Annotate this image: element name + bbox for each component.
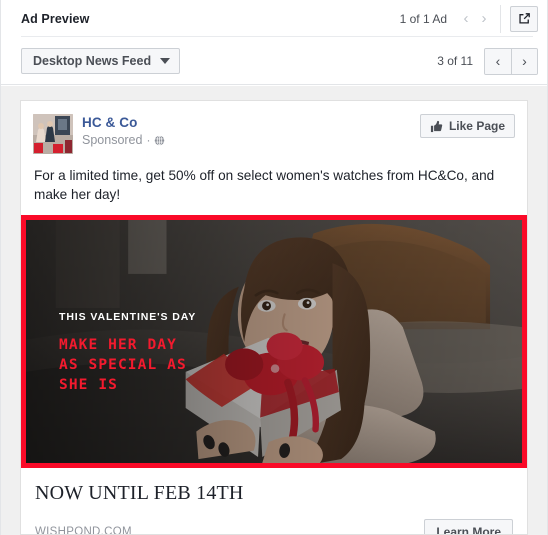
toolbar-divider [1,84,547,85]
preview-toolbar: Desktop News Feed 3 of 11 ‹ › [1,37,547,85]
page-title: Ad Preview [21,11,90,26]
sponsored-row: Sponsored · [82,133,165,148]
link-headline[interactable]: NOW UNTIL FEB 14TH [35,481,513,505]
header-controls: 1 of 1 Ad ‹ › [400,0,538,37]
preview-stage: HC & Co Sponsored · Like Page For a limi… [1,86,547,535]
page-avatar[interactable] [33,114,73,154]
open-in-new-window-button[interactable] [510,5,538,32]
placement-dropdown-label: Desktop News Feed [33,54,152,68]
separator-dot: · [146,133,151,147]
link-domain-label: WISHPOND.COM [35,525,132,535]
external-link-icon [518,12,531,25]
creative-overlay-text: THIS VALENTINE'S DAY MAKE HER DAY AS SPE… [59,310,196,395]
like-page-label: Like Page [448,119,505,133]
sponsored-label: Sponsored [82,133,143,147]
placement-count-label: 3 of 11 [437,54,473,68]
chevron-down-icon [160,58,171,64]
ad-creative-image[interactable]: THIS VALENTINE'S DAY MAKE HER DAY AS SPE… [21,215,527,468]
placement-next-button[interactable]: › [511,48,537,74]
globe-icon [154,135,165,146]
header-next-ad-button[interactable]: › [475,8,493,30]
learn-more-button[interactable]: Learn More [424,519,513,534]
placement-pager: ‹ › [484,47,538,75]
ad-body-text: For a limited time, get 50% off on selec… [34,168,495,202]
header-prev-ad-button[interactable]: ‹ [457,8,475,30]
ad-count-label: 1 of 1 Ad [399,11,447,26]
placement-dropdown[interactable]: Desktop News Feed [21,48,181,74]
ad-header-row: HC & Co Sponsored · Like Page [21,101,527,154]
panel-header: Ad Preview 1 of 1 Ad ‹ › [1,0,547,37]
facebook-ad-card: HC & Co Sponsored · Like Page For a limi… [20,100,528,535]
thumbs-up-icon [430,120,443,133]
toolbar-pagination: 3 of 11 ‹ › [437,47,538,75]
page-name-link[interactable]: HC & Co [82,115,165,131]
header-separator [500,4,501,33]
link-bottom-row: WISHPOND.COM Learn More [35,519,513,535]
ad-link-area: NOW UNTIL FEB 14TH WISHPOND.COM Learn Mo… [21,468,527,535]
creative-kicker: THIS VALENTINE'S DAY [59,311,197,323]
ad-preview-panel: Ad Preview 1 of 1 Ad ‹ › Desktop News Fe… [0,0,548,535]
page-meta: HC & Co Sponsored · [82,114,165,148]
like-page-button[interactable]: Like Page [419,114,515,138]
creative-headline: MAKE HER DAY AS SPECIAL AS SHE IS [59,337,187,393]
placement-prev-button[interactable]: ‹ [485,48,511,74]
